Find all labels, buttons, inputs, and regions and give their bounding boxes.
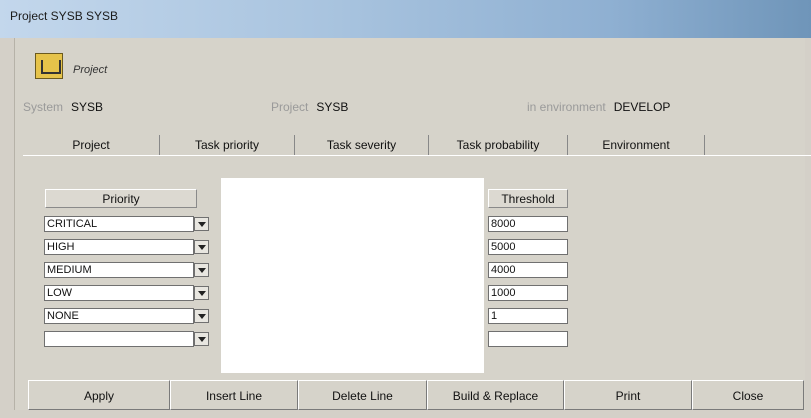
project-value: SYSB — [316, 100, 349, 114]
threshold-input[interactable]: 4000 — [488, 262, 568, 278]
apply-button[interactable]: Apply — [28, 380, 170, 410]
insert-line-button[interactable]: Insert Line — [170, 380, 298, 410]
threshold-input[interactable]: 8000 — [488, 216, 568, 232]
threshold-input[interactable]: 5000 — [488, 239, 568, 255]
priority-row: HIGH — [44, 239, 222, 255]
tab-environment[interactable]: Environment — [568, 135, 705, 155]
environment-value: DEVELOP — [613, 100, 671, 114]
project-logo-icon — [35, 53, 63, 79]
priority-select[interactable]: MEDIUM — [44, 262, 194, 278]
priority-select[interactable]: CRITICAL — [44, 216, 194, 232]
priority-row: CRITICAL — [44, 216, 222, 232]
chevron-down-icon[interactable] — [194, 217, 209, 231]
chevron-down-icon[interactable] — [194, 309, 209, 323]
environment-info: in environment DEVELOP — [527, 100, 670, 114]
chevron-down-icon[interactable] — [194, 263, 209, 277]
build-replace-button[interactable]: Build & Replace — [427, 380, 564, 410]
header-caption: Project — [73, 64, 108, 76]
tab-task-probability[interactable]: Task probability — [429, 135, 568, 155]
tab-task-severity[interactable]: Task severity — [295, 135, 429, 155]
priority-select[interactable]: HIGH — [44, 239, 194, 255]
priority-select[interactable]: LOW — [44, 285, 194, 301]
threshold-input[interactable]: 1000 — [488, 285, 568, 301]
threshold-input[interactable]: 1 — [488, 308, 568, 324]
tab-bar: Project Task priority Task severity Task… — [23, 135, 723, 155]
threshold-column-header[interactable]: Threshold — [488, 189, 568, 208]
tab-project[interactable]: Project — [23, 135, 160, 155]
priority-row: LOW — [44, 285, 222, 301]
environment-label: in environment — [527, 100, 606, 114]
delete-line-button[interactable]: Delete Line — [298, 380, 427, 410]
system-info: System SYSB — [23, 100, 103, 114]
project-info: Project SYSB — [271, 100, 348, 114]
tab-task-priority[interactable]: Task priority — [160, 135, 295, 155]
project-window: Project SYSB SYSB Project System SYSB Pro… — [0, 0, 811, 418]
system-value: SYSB — [71, 100, 104, 114]
chevron-down-icon[interactable] — [194, 332, 209, 346]
priority-row: NONE — [44, 308, 222, 324]
chevron-down-icon[interactable] — [194, 240, 209, 254]
tab-divider — [23, 155, 811, 156]
title-bar[interactable]: Project SYSB SYSB — [0, 0, 811, 38]
priority-row: MEDIUM — [44, 262, 222, 278]
print-button[interactable]: Print — [564, 380, 692, 410]
close-button[interactable]: Close — [692, 380, 804, 410]
window-title: Project SYSB SYSB — [10, 9, 119, 23]
priority-select[interactable]: NONE — [44, 308, 194, 324]
priority-select[interactable] — [44, 331, 194, 347]
priority-row — [44, 331, 222, 347]
system-label: System — [23, 100, 64, 114]
blank-panel — [221, 178, 484, 373]
threshold-input[interactable] — [488, 331, 568, 347]
button-bar: Apply Insert Line Delete Line Build & Re… — [14, 380, 804, 410]
chevron-down-icon[interactable] — [194, 286, 209, 300]
priority-column-header[interactable]: Priority — [45, 189, 197, 208]
project-label: Project — [271, 100, 309, 114]
